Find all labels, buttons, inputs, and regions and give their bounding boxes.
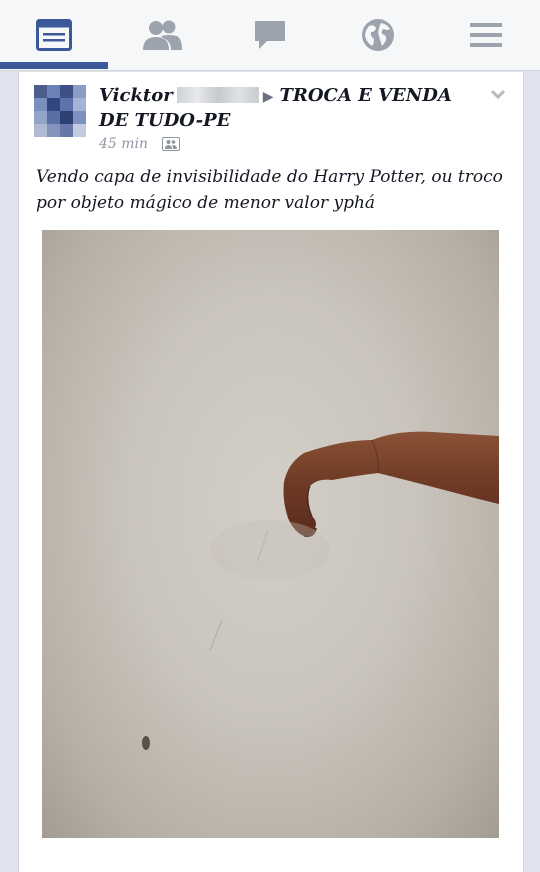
tab-menu[interactable] [432,0,540,70]
post-photo[interactable] [42,230,499,838]
active-tab-indicator [0,62,108,69]
tab-messages[interactable] [216,0,324,70]
separator-arrow: ▶ [262,89,274,105]
feed-post-card: Vicktor ▶ TROCA E VENDA DE TUDO-PE 45 min … [18,72,524,872]
post-header: Vicktor ▶ TROCA E VENDA DE TUDO-PE [99,84,469,133]
friends-icon [143,20,182,50]
news-feed-icon [36,19,72,51]
avatar[interactable] [34,85,86,137]
redacted-name [176,87,259,103]
tab-notifications[interactable] [324,0,432,70]
tab-friends[interactable] [108,0,216,70]
tab-news-feed[interactable] [0,0,108,70]
post-text: Vendo capa de invisibilidade do Harry Po… [36,167,503,213]
messages-icon [255,21,285,49]
post-timestamp[interactable]: 45 min [99,136,148,152]
globe-icon [362,19,394,51]
arm-photo-illustration [142,431,499,750]
menu-icon [470,23,502,47]
author-name[interactable]: Vicktor [99,85,173,106]
chevron-down-icon[interactable] [491,88,505,102]
top-nav-bar [0,0,540,71]
post-meta: 45 min [99,136,181,152]
group-audience-icon [162,137,181,151]
